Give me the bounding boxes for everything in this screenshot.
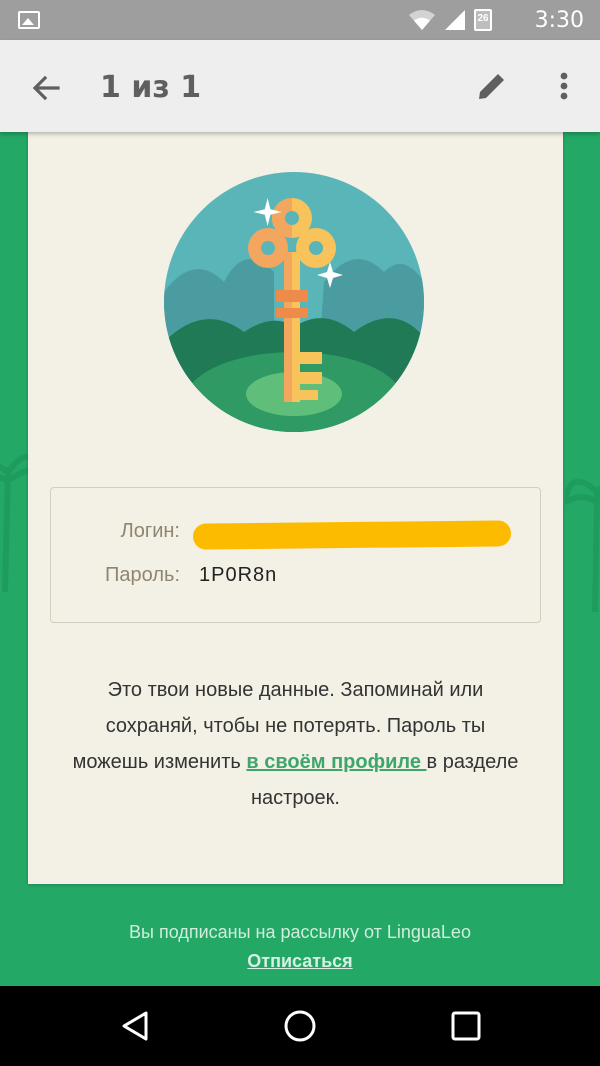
info-paragraph: Это твои новые данные. Запоминай или сох… (68, 672, 523, 816)
key-illustration (164, 172, 424, 432)
password-label: Пароль: (105, 564, 180, 586)
password-value: 1P0R8n (199, 564, 278, 586)
recents-square-icon[interactable] (448, 1008, 484, 1044)
gallery-notification-icon (18, 11, 40, 29)
redaction-marker (192, 520, 512, 550)
profile-link[interactable]: в своём профиле (246, 751, 426, 773)
status-icons: 26 (408, 8, 492, 32)
edit-pencil-icon[interactable] (474, 68, 510, 104)
system-navigation-bar (0, 986, 600, 1066)
back-arrow-icon[interactable] (28, 70, 64, 106)
login-label: Логин: (120, 520, 180, 542)
login-row: Логин: n (51, 512, 540, 552)
cell-signal-icon (445, 10, 465, 30)
login-value: n (192, 520, 519, 550)
back-triangle-icon[interactable] (118, 1008, 154, 1044)
credentials-box: Логин: n Пароль: 1P0R8n (50, 487, 541, 623)
subscription-note: Вы подписаны на рассылку от LinguaLeo (129, 922, 471, 942)
palm-leaf-decoration-right (565, 478, 600, 612)
calendar-icon: 26 (474, 9, 492, 31)
toolbar-title: 1 из 1 (100, 70, 202, 105)
email-body: Логин: n Пароль: 1P0R8n Это твои новые д… (0, 132, 600, 986)
home-circle-icon[interactable] (282, 1008, 318, 1044)
unsubscribe-link[interactable]: Отписаться (247, 951, 352, 972)
wifi-icon (409, 10, 435, 30)
calendar-day: 26 (477, 13, 489, 24)
email-footer: Вы подписаны на рассылку от LinguaLeo От… (0, 922, 600, 972)
email-card: Логин: n Пароль: 1P0R8n Это твои новые д… (28, 132, 563, 884)
clock: 3:30 (534, 8, 584, 33)
more-options-icon[interactable] (552, 68, 576, 104)
password-row: Пароль: 1P0R8n (51, 556, 540, 596)
status-bar: 26 3:30 (0, 0, 600, 40)
app-toolbar: 1 из 1 (0, 40, 600, 132)
